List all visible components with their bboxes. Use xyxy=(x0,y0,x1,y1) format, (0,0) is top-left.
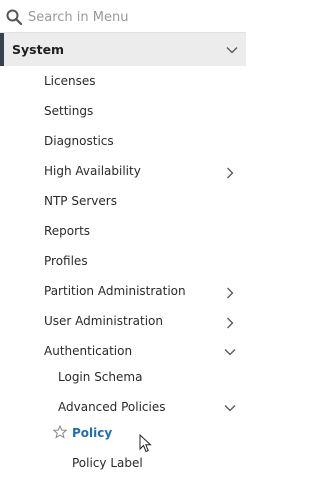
star-icon[interactable] xyxy=(52,424,68,439)
menu-item-reports[interactable]: Reports xyxy=(0,217,246,247)
menu-item-label: Policy xyxy=(72,426,113,440)
chevron-down-icon[interactable] xyxy=(226,44,238,56)
chevron-down-icon[interactable] xyxy=(224,346,236,358)
menu-item-ntp-servers[interactable]: NTP Servers xyxy=(0,187,246,217)
menu-item-label: Authentication xyxy=(44,344,133,358)
menu-search xyxy=(0,0,246,33)
search-icon xyxy=(6,9,23,26)
menu-item-high-availability[interactable]: High Availability xyxy=(0,157,246,187)
menu-item-system-label: System xyxy=(12,42,65,57)
chevron-right-icon[interactable] xyxy=(224,167,236,179)
menu-item-login-schema[interactable]: Login Schema xyxy=(0,363,246,393)
chevron-right-icon[interactable] xyxy=(224,287,236,299)
menu-item-label: Advanced Policies xyxy=(58,400,166,414)
menu-item-label: Diagnostics xyxy=(44,134,114,148)
menu-item-label: Settings xyxy=(44,104,94,118)
menu-item-policy[interactable]: Policy xyxy=(0,419,246,449)
menu-item-label: High Availability xyxy=(44,164,141,178)
menu-item-label: Policy Label xyxy=(72,456,143,470)
menu-item-label: User Administration xyxy=(44,314,163,328)
menu-item-partition-administration[interactable]: Partition Administration xyxy=(0,277,246,307)
menu-item-system[interactable]: System xyxy=(0,33,246,66)
search-input[interactable] xyxy=(28,7,228,27)
menu-item-label: Reports xyxy=(44,224,91,238)
menu-item-label: Partition Administration xyxy=(44,284,186,298)
menu-item-licenses[interactable]: Licenses xyxy=(0,67,246,97)
menu-item-policy-label[interactable]: Policy Label xyxy=(0,449,246,479)
chevron-down-icon[interactable] xyxy=(224,402,236,414)
menu-item-settings[interactable]: Settings xyxy=(0,97,246,127)
menu-item-profiles[interactable]: Profiles xyxy=(0,247,246,277)
chevron-right-icon[interactable] xyxy=(224,317,236,329)
mouse-cursor-icon xyxy=(139,433,153,454)
menu-item-diagnostics[interactable]: Diagnostics xyxy=(0,127,246,157)
menu-item-label: Licenses xyxy=(44,74,96,88)
menu-item-label: NTP Servers xyxy=(44,194,117,208)
menu-item-label: Login Schema xyxy=(58,370,143,384)
menu-item-user-administration[interactable]: User Administration xyxy=(0,307,246,337)
menu-item-label: Profiles xyxy=(44,254,88,268)
